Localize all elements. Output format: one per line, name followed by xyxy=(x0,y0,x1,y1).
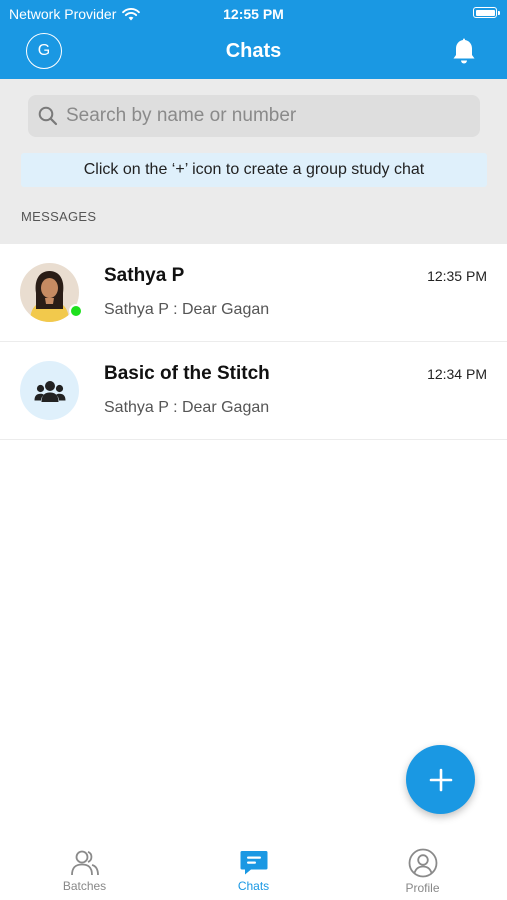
chat-time: 12:35 PM xyxy=(427,268,487,284)
battery-icon xyxy=(473,7,500,18)
chat-list: Sathya P Sathya P : Dear Gagan 12:35 PM … xyxy=(0,244,507,440)
app-header: Network Provider 12:55 PM G Chats xyxy=(0,0,507,79)
search-input[interactable] xyxy=(66,105,466,127)
status-time: 12:55 PM xyxy=(223,6,284,22)
chat-preview: Sathya P : Dear Gagan xyxy=(104,301,270,318)
tab-profile[interactable]: Profile xyxy=(338,838,507,900)
chat-item-sathya-p[interactable]: Sathya P Sathya P : Dear Gagan 12:35 PM xyxy=(0,244,507,342)
group-chat-hint: Click on the ‘+’ icon to create a group … xyxy=(21,153,487,187)
group-avatar xyxy=(20,361,79,420)
group-icon xyxy=(34,380,65,402)
messages-section-label: MESSAGES xyxy=(21,209,97,224)
search-area: Click on the ‘+’ icon to create a group … xyxy=(0,79,507,244)
notification-bell-icon[interactable] xyxy=(451,38,477,66)
new-chat-button[interactable] xyxy=(406,745,475,814)
tab-label: Batches xyxy=(62,879,107,893)
online-status-dot xyxy=(69,304,83,318)
profile-icon xyxy=(408,848,437,878)
chat-preview: Sathya P : Dear Gagan xyxy=(104,399,270,416)
tab-chats[interactable]: Chats xyxy=(169,838,338,900)
chats-icon xyxy=(240,851,267,875)
nav-bar: G Chats xyxy=(0,28,507,79)
chat-name: Basic of the Stitch xyxy=(104,363,270,384)
status-bar: Network Provider 12:55 PM xyxy=(0,0,507,28)
plus-icon xyxy=(429,768,452,791)
search-box[interactable] xyxy=(28,95,480,137)
tab-batches[interactable]: Batches xyxy=(0,838,169,900)
page-title: Chats xyxy=(225,40,282,62)
batches-icon xyxy=(70,850,99,876)
chat-name: Sathya P xyxy=(104,265,185,286)
bottom-tab-bar: Batches Chats Profile xyxy=(0,838,507,900)
chat-time: 12:34 PM xyxy=(427,366,487,382)
tab-label: Chats xyxy=(237,879,270,893)
chat-item-basic-of-the-stitch[interactable]: Basic of the Stitch Sathya P : Dear Gaga… xyxy=(0,342,507,440)
search-icon xyxy=(38,106,58,126)
tab-label: Profile xyxy=(405,881,440,895)
